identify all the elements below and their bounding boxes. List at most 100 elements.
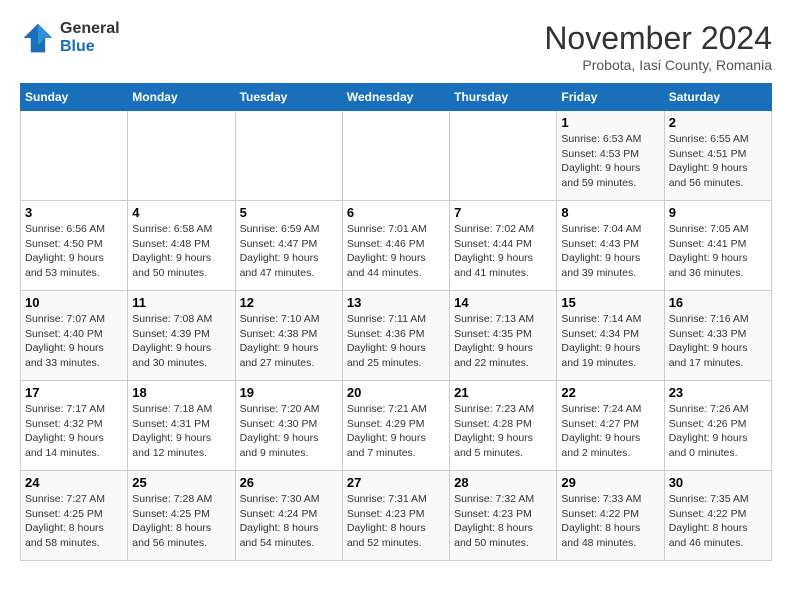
logo-text: General Blue (60, 20, 120, 56)
day-cell: 9 Sunrise: 7:05 AM Sunset: 4:41 PM Daylig… (664, 201, 771, 291)
day-cell: 27Sunrise: 7:31 AM Sunset: 4:23 PM Dayli… (342, 471, 449, 561)
day-cell: 18 Sunrise: 7:18 AM Sunset: 4:31 PM Dayli… (128, 381, 235, 471)
day-info: Sunrise: 7:31 AM Sunset: 4:23 PM Dayligh… (347, 492, 445, 551)
day-header-sunday: Sunday (21, 84, 128, 111)
day-number: 18 (132, 385, 230, 400)
day-cell: 16Sunrise: 7:16 AM Sunset: 4:33 PM Dayli… (664, 291, 771, 381)
day-cell: 12 Sunrise: 7:10 AM Sunset: 4:38 PM Dayli… (235, 291, 342, 381)
day-cell: 7 Sunrise: 7:02 AM Sunset: 4:44 PM Daylig… (450, 201, 557, 291)
day-cell: 11Sunrise: 7:08 AM Sunset: 4:39 PM Dayli… (128, 291, 235, 381)
day-number: 9 (669, 205, 767, 220)
day-number: 20 (347, 385, 445, 400)
day-info: Sunrise: 7:27 AM Sunset: 4:25 PM Dayligh… (25, 492, 123, 551)
day-info: Sunrise: 7:33 AM Sunset: 4:22 PM Dayligh… (561, 492, 659, 551)
day-cell (128, 111, 235, 201)
day-info: Sunrise: 6:59 AM Sunset: 4:47 PM Dayligh… (240, 222, 338, 281)
logo-icon (20, 20, 56, 56)
day-number: 24 (25, 475, 123, 490)
day-info: Sunrise: 7:07 AM Sunset: 4:40 PM Dayligh… (25, 312, 123, 371)
day-info: Sunrise: 7:01 AM Sunset: 4:46 PM Dayligh… (347, 222, 445, 281)
day-cell: 24 Sunrise: 7:27 AM Sunset: 4:25 PM Dayli… (21, 471, 128, 561)
day-cell: 8Sunrise: 7:04 AM Sunset: 4:43 PM Daylig… (557, 201, 664, 291)
day-header-tuesday: Tuesday (235, 84, 342, 111)
day-number: 21 (454, 385, 552, 400)
day-number: 15 (561, 295, 659, 310)
day-cell: 19 Sunrise: 7:20 AM Sunset: 4:30 PM Dayli… (235, 381, 342, 471)
day-cell: 4Sunrise: 6:58 AM Sunset: 4:48 PM Daylig… (128, 201, 235, 291)
day-cell: 30 Sunrise: 7:35 AM Sunset: 4:22 PM Dayli… (664, 471, 771, 561)
day-cell: 21 Sunrise: 7:23 AM Sunset: 4:28 PM Dayli… (450, 381, 557, 471)
day-info: Sunrise: 7:18 AM Sunset: 4:31 PM Dayligh… (132, 402, 230, 461)
day-info: Sunrise: 7:21 AM Sunset: 4:29 PM Dayligh… (347, 402, 445, 461)
day-number: 7 (454, 205, 552, 220)
day-number: 22 (561, 385, 659, 400)
day-number: 29 (561, 475, 659, 490)
day-number: 3 (25, 205, 123, 220)
day-info: Sunrise: 7:20 AM Sunset: 4:30 PM Dayligh… (240, 402, 338, 461)
day-cell: 29 Sunrise: 7:33 AM Sunset: 4:22 PM Dayli… (557, 471, 664, 561)
header: General Blue November 2024 Probota, Iasi… (20, 20, 772, 73)
day-cell: 15Sunrise: 7:14 AM Sunset: 4:34 PM Dayli… (557, 291, 664, 381)
day-info: Sunrise: 6:58 AM Sunset: 4:48 PM Dayligh… (132, 222, 230, 281)
day-cell: 22Sunrise: 7:24 AM Sunset: 4:27 PM Dayli… (557, 381, 664, 471)
day-info: Sunrise: 7:17 AM Sunset: 4:32 PM Dayligh… (25, 402, 123, 461)
day-info: Sunrise: 7:16 AM Sunset: 4:33 PM Dayligh… (669, 312, 767, 371)
day-cell: 1Sunrise: 6:53 AM Sunset: 4:53 PM Daylig… (557, 111, 664, 201)
day-cell: 28Sunrise: 7:32 AM Sunset: 4:23 PM Dayli… (450, 471, 557, 561)
title-area: November 2024 Probota, Iasi County, Roma… (544, 20, 772, 73)
day-cell: 10 Sunrise: 7:07 AM Sunset: 4:40 PM Dayli… (21, 291, 128, 381)
day-info: Sunrise: 7:11 AM Sunset: 4:36 PM Dayligh… (347, 312, 445, 371)
calendar-body: 1Sunrise: 6:53 AM Sunset: 4:53 PM Daylig… (21, 111, 772, 561)
day-cell: 3 Sunrise: 6:56 AM Sunset: 4:50 PM Daylig… (21, 201, 128, 291)
day-header-saturday: Saturday (664, 84, 771, 111)
day-cell (342, 111, 449, 201)
logo-line2: Blue (60, 38, 120, 56)
day-cell: 2 Sunrise: 6:55 AM Sunset: 4:51 PM Daylig… (664, 111, 771, 201)
logo-line1: General (60, 20, 120, 38)
day-cell: 20 Sunrise: 7:21 AM Sunset: 4:29 PM Dayli… (342, 381, 449, 471)
day-number: 28 (454, 475, 552, 490)
day-cell: 23Sunrise: 7:26 AM Sunset: 4:26 PM Dayli… (664, 381, 771, 471)
days-header-row: SundayMondayTuesdayWednesdayThursdayFrid… (21, 84, 772, 111)
day-cell: 25Sunrise: 7:28 AM Sunset: 4:25 PM Dayli… (128, 471, 235, 561)
day-info: Sunrise: 6:53 AM Sunset: 4:53 PM Dayligh… (561, 132, 659, 191)
day-number: 26 (240, 475, 338, 490)
day-cell: 26 Sunrise: 7:30 AM Sunset: 4:24 PM Dayli… (235, 471, 342, 561)
day-number: 6 (347, 205, 445, 220)
day-info: Sunrise: 7:35 AM Sunset: 4:22 PM Dayligh… (669, 492, 767, 551)
day-number: 10 (25, 295, 123, 310)
day-info: Sunrise: 7:08 AM Sunset: 4:39 PM Dayligh… (132, 312, 230, 371)
day-cell: 13Sunrise: 7:11 AM Sunset: 4:36 PM Dayli… (342, 291, 449, 381)
day-number: 14 (454, 295, 552, 310)
day-cell (235, 111, 342, 201)
day-info: Sunrise: 6:56 AM Sunset: 4:50 PM Dayligh… (25, 222, 123, 281)
day-info: Sunrise: 7:23 AM Sunset: 4:28 PM Dayligh… (454, 402, 552, 461)
day-number: 30 (669, 475, 767, 490)
day-number: 12 (240, 295, 338, 310)
day-cell: 14Sunrise: 7:13 AM Sunset: 4:35 PM Dayli… (450, 291, 557, 381)
day-info: Sunrise: 7:05 AM Sunset: 4:41 PM Dayligh… (669, 222, 767, 281)
day-cell (21, 111, 128, 201)
location-subtitle: Probota, Iasi County, Romania (544, 57, 772, 73)
logo: General Blue (20, 20, 120, 56)
week-row-3: 10 Sunrise: 7:07 AM Sunset: 4:40 PM Dayli… (21, 291, 772, 381)
day-cell: 5 Sunrise: 6:59 AM Sunset: 4:47 PM Daylig… (235, 201, 342, 291)
day-number: 2 (669, 115, 767, 130)
day-info: Sunrise: 7:10 AM Sunset: 4:38 PM Dayligh… (240, 312, 338, 371)
day-info: Sunrise: 6:55 AM Sunset: 4:51 PM Dayligh… (669, 132, 767, 191)
day-header-thursday: Thursday (450, 84, 557, 111)
day-info: Sunrise: 7:02 AM Sunset: 4:44 PM Dayligh… (454, 222, 552, 281)
month-title: November 2024 (544, 20, 772, 57)
calendar-table: SundayMondayTuesdayWednesdayThursdayFrid… (20, 83, 772, 561)
day-info: Sunrise: 7:30 AM Sunset: 4:24 PM Dayligh… (240, 492, 338, 551)
week-row-1: 1Sunrise: 6:53 AM Sunset: 4:53 PM Daylig… (21, 111, 772, 201)
day-cell (450, 111, 557, 201)
day-cell: 17Sunrise: 7:17 AM Sunset: 4:32 PM Dayli… (21, 381, 128, 471)
day-number: 25 (132, 475, 230, 490)
week-row-5: 24 Sunrise: 7:27 AM Sunset: 4:25 PM Dayli… (21, 471, 772, 561)
day-number: 19 (240, 385, 338, 400)
day-header-friday: Friday (557, 84, 664, 111)
day-number: 5 (240, 205, 338, 220)
week-row-2: 3 Sunrise: 6:56 AM Sunset: 4:50 PM Daylig… (21, 201, 772, 291)
day-cell: 6 Sunrise: 7:01 AM Sunset: 4:46 PM Daylig… (342, 201, 449, 291)
